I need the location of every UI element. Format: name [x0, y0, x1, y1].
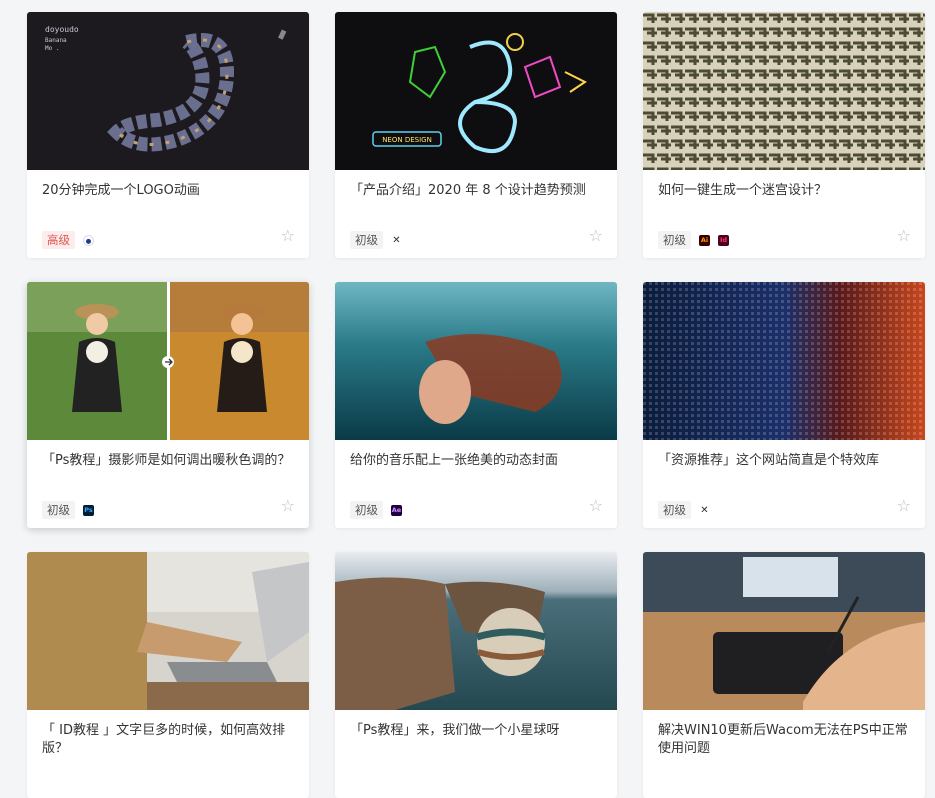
level-badge: 高级: [42, 231, 75, 249]
tools-icon: ✕: [700, 504, 709, 516]
course-title[interactable]: 如何一键生成一个迷宫设计？: [658, 182, 913, 200]
course-card[interactable]: 如何一键生成一个迷宫设计？ 初级 Ai Id ☆: [643, 12, 925, 258]
course-title[interactable]: 「Ps教程」摄影师是如何调出暖秋色调的？: [42, 452, 297, 470]
favorite-star-icon[interactable]: ☆: [281, 496, 295, 515]
level-badge: 初级: [658, 231, 691, 249]
course-card[interactable]: 「Ps教程」摄影师是如何调出暖秋色调的？ 初级 Ps ☆: [27, 282, 309, 528]
course-thumbnail[interactable]: NEON DESIGN: [335, 12, 617, 170]
course-card[interactable]: doyoudo Banana Mo . 20分钟完成一个LOGO动画 高级 ● …: [27, 12, 309, 258]
course-thumbnail[interactable]: [335, 552, 617, 710]
course-title[interactable]: 「Ps教程」来，我们做一个小星球呀: [350, 722, 605, 740]
course-thumbnail[interactable]: [335, 282, 617, 440]
course-card[interactable]: 「Ps教程」来，我们做一个小星球呀: [335, 552, 617, 798]
level-badge: 初级: [42, 501, 75, 519]
favorite-star-icon[interactable]: ☆: [589, 226, 603, 245]
after-effects-icon: Ae: [391, 504, 402, 516]
thumb-text: NEON DESIGN: [382, 136, 432, 144]
course-title[interactable]: 解决WIN10更新后Wacom无法在PS中正常使用问题: [658, 722, 913, 758]
course-title[interactable]: 20分钟完成一个LOGO动画: [42, 182, 297, 200]
course-thumbnail[interactable]: [643, 552, 925, 710]
level-badge: 初级: [658, 501, 691, 519]
course-title[interactable]: 「 ID教程 」文字巨多的时候，如何高效排版？: [42, 722, 297, 758]
course-title[interactable]: 「产品介绍」2020 年 8 个设计趋势预测: [350, 182, 605, 200]
svg-text:Mo .: Mo .: [45, 45, 59, 52]
course-card[interactable]: 给你的音乐配上一张绝美的动态封面 初级 Ae ☆: [335, 282, 617, 528]
photoshop-icon: Ps: [83, 504, 94, 516]
favorite-star-icon[interactable]: ☆: [589, 496, 603, 515]
course-thumbnail[interactable]: [27, 282, 309, 440]
illustrator-icon: Ai: [699, 234, 710, 246]
course-card[interactable]: 解决WIN10更新后Wacom无法在PS中正常使用问题: [643, 552, 925, 798]
course-thumbnail[interactable]: [643, 282, 925, 440]
course-card[interactable]: NEON DESIGN 「产品介绍」2020 年 8 个设计趋势预测 初级 ✕ …: [335, 12, 617, 258]
favorite-star-icon[interactable]: ☆: [897, 226, 911, 245]
thumb-text: doyoudo: [45, 25, 79, 34]
cinema4d-icon: ●: [83, 234, 94, 246]
course-title[interactable]: 给你的音乐配上一张绝美的动态封面: [350, 452, 605, 470]
course-title[interactable]: 「资源推荐」这个网站简直是个特效库: [658, 452, 913, 470]
indesign-icon: Id: [718, 234, 729, 246]
tools-icon: ✕: [392, 234, 401, 246]
level-badge: 初级: [350, 231, 383, 249]
svg-text:Banana: Banana: [45, 37, 67, 44]
favorite-star-icon[interactable]: ☆: [281, 226, 295, 245]
course-card[interactable]: 「 ID教程 」文字巨多的时候，如何高效排版？: [27, 552, 309, 798]
favorite-star-icon[interactable]: ☆: [897, 496, 911, 515]
course-card[interactable]: 「资源推荐」这个网站简直是个特效库 初级 ✕ ☆: [643, 282, 925, 528]
course-thumbnail[interactable]: [27, 552, 309, 710]
level-badge: 初级: [350, 501, 383, 519]
course-thumbnail[interactable]: [643, 12, 925, 170]
course-thumbnail[interactable]: doyoudo Banana Mo .: [27, 12, 309, 170]
